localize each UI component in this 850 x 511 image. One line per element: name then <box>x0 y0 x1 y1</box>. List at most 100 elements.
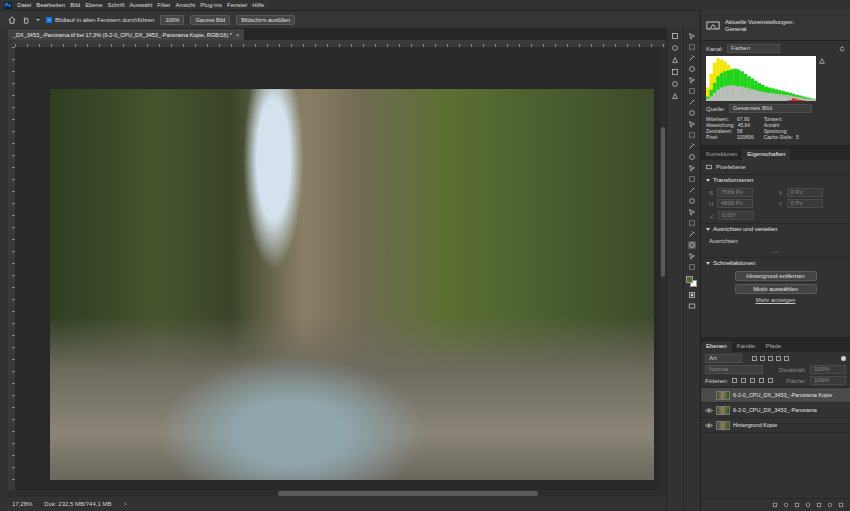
visibility-toggle[interactable] <box>704 406 713 415</box>
more-icon[interactable] <box>688 263 696 271</box>
hand-icon[interactable] <box>688 241 696 249</box>
new-layer-icon[interactable] <box>827 502 833 508</box>
quick-actions-header[interactable]: Schnellaktionen <box>701 257 850 268</box>
option-button[interactable]: Bildschirm ausfüllen <box>236 15 295 25</box>
lock-option-icon[interactable] <box>732 378 737 383</box>
lock-option-icon[interactable] <box>750 378 755 383</box>
app-logo[interactable]: Ps <box>4 2 12 9</box>
brush-icon[interactable] <box>688 120 696 128</box>
layer-row[interactable]: Hintergrund Kopie <box>701 418 850 433</box>
fill-input[interactable]: 100% <box>810 376 846 385</box>
panel-tab[interactable]: Ebenen <box>701 341 732 352</box>
menu-item[interactable]: Auswahl <box>130 0 153 10</box>
photo[interactable] <box>50 89 654 480</box>
panel-tab[interactable]: Pfade <box>760 341 786 352</box>
warning-icon[interactable] <box>819 58 825 64</box>
blend-mode-select[interactable]: Normal <box>705 365 763 374</box>
menu-item[interactable]: Bild <box>70 0 80 10</box>
info-icon[interactable] <box>671 56 679 64</box>
filter-toggle-icon[interactable] <box>841 356 846 361</box>
panel-tab[interactable]: Korrekturen <box>701 149 742 160</box>
type-icon[interactable] <box>688 208 696 216</box>
play-icon[interactable] <box>671 44 679 52</box>
menu-item[interactable]: Schrift <box>108 0 125 10</box>
heal-icon[interactable] <box>688 109 696 117</box>
lock-option-icon[interactable] <box>768 378 773 383</box>
quick-action-button[interactable]: Motiv auswählen <box>735 284 817 294</box>
canvas[interactable] <box>15 47 660 490</box>
menu-item[interactable]: Plug-ins <box>200 0 222 10</box>
status-menu-button[interactable]: > <box>123 501 127 507</box>
filter-type-icon[interactable] <box>776 356 781 361</box>
shape-icon[interactable] <box>688 230 696 238</box>
lasso-icon[interactable] <box>688 54 696 62</box>
link-icon[interactable] <box>772 502 778 508</box>
menu-item[interactable]: Bearbeiten <box>36 0 65 10</box>
brush-preset-icon[interactable] <box>671 80 679 88</box>
layer-name[interactable]: Hintergrund Kopie <box>733 422 777 428</box>
lock-option-icon[interactable] <box>759 378 764 383</box>
color-swatch[interactable] <box>686 276 693 283</box>
dodge-icon[interactable] <box>688 186 696 194</box>
scroll-thumb[interactable] <box>661 127 665 277</box>
frame-icon[interactable] <box>688 87 696 95</box>
select-icon[interactable] <box>688 65 696 73</box>
source-select[interactable]: Gesamtes Bild <box>729 104 812 113</box>
menu-item[interactable]: Filter <box>157 0 170 10</box>
panel-tab[interactable]: Eigenschaften <box>742 149 790 160</box>
transform-header[interactable]: Transformieren <box>701 174 850 185</box>
fx-icon[interactable] <box>783 502 789 508</box>
layer-row[interactable]: 6-2-0_CPU_DX_3453_-Panorama <box>701 403 850 418</box>
menu-item[interactable]: Ebene <box>85 0 102 10</box>
group-icon[interactable] <box>816 502 822 508</box>
zoom-icon[interactable] <box>688 252 696 260</box>
glyph-icon[interactable] <box>671 92 679 100</box>
quick-mask-icon[interactable] <box>688 291 696 299</box>
tool-preset-caret-icon[interactable] <box>36 19 40 21</box>
channel-select[interactable]: Farben <box>727 44 780 53</box>
align-more[interactable]: ... <box>701 248 850 254</box>
stamp-icon[interactable] <box>688 131 696 139</box>
path-select-icon[interactable] <box>688 219 696 227</box>
crop-icon[interactable] <box>688 76 696 84</box>
history-brush-icon[interactable] <box>688 142 696 150</box>
move-icon[interactable] <box>688 32 696 40</box>
scroll-all-checkbox[interactable]: Bildlauf in allen Fenstern durchführen <box>46 17 154 23</box>
menu-item[interactable]: Fenster <box>227 0 247 10</box>
trash-icon[interactable] <box>838 502 844 508</box>
home-icon[interactable] <box>8 16 16 24</box>
show-more-link[interactable]: Mehr anzeigen <box>756 297 796 303</box>
menu-item[interactable]: Datei <box>17 0 31 10</box>
mask-icon[interactable] <box>794 502 800 508</box>
quick-action-button[interactable]: Hintergrund entfernen <box>735 271 817 281</box>
option-button[interactable]: Ganzes Bild <box>190 15 230 25</box>
opacity-input[interactable]: 100% <box>810 365 846 374</box>
layer-name[interactable]: 6-2-0_CPU_DX_3453_-Panorama <box>733 407 817 413</box>
visibility-toggle[interactable] <box>704 421 713 430</box>
option-button[interactable]: 100% <box>160 15 184 25</box>
filter-type-icon[interactable] <box>760 356 765 361</box>
checkbox-box[interactable] <box>46 17 52 23</box>
visibility-toggle[interactable] <box>704 391 713 400</box>
filter-type-icon[interactable] <box>784 356 789 361</box>
scroll-thumb[interactable] <box>278 491 538 496</box>
horizontal-scrollbar[interactable] <box>8 490 666 497</box>
gradient-icon[interactable] <box>688 164 696 172</box>
lock-option-icon[interactable] <box>741 378 746 383</box>
adjust-icon[interactable] <box>671 68 679 76</box>
menu-item[interactable]: Ansicht <box>176 0 196 10</box>
filter-type-icon[interactable] <box>768 356 773 361</box>
eraser-icon[interactable] <box>688 153 696 161</box>
screen-mode-icon[interactable] <box>688 302 696 310</box>
filter-select[interactable]: Art <box>705 354 742 363</box>
hand-icon[interactable] <box>22 16 30 24</box>
filter-type-icon[interactable] <box>752 356 757 361</box>
horizontal-ruler[interactable] <box>15 40 666 47</box>
layer-row[interactable]: 6-2-0_CPU_DX_3453_-Panorama Kopie <box>701 388 850 403</box>
panel-tab[interactable]: Kanäle <box>732 341 761 352</box>
marquee-icon[interactable] <box>688 43 696 51</box>
layer-name[interactable]: 6-2-0_CPU_DX_3453_-Panorama Kopie <box>733 392 832 398</box>
zoom-level[interactable]: 17,28% <box>12 501 32 507</box>
menu-item[interactable]: Hilfe <box>252 0 264 10</box>
eyedropper-icon[interactable] <box>688 98 696 106</box>
